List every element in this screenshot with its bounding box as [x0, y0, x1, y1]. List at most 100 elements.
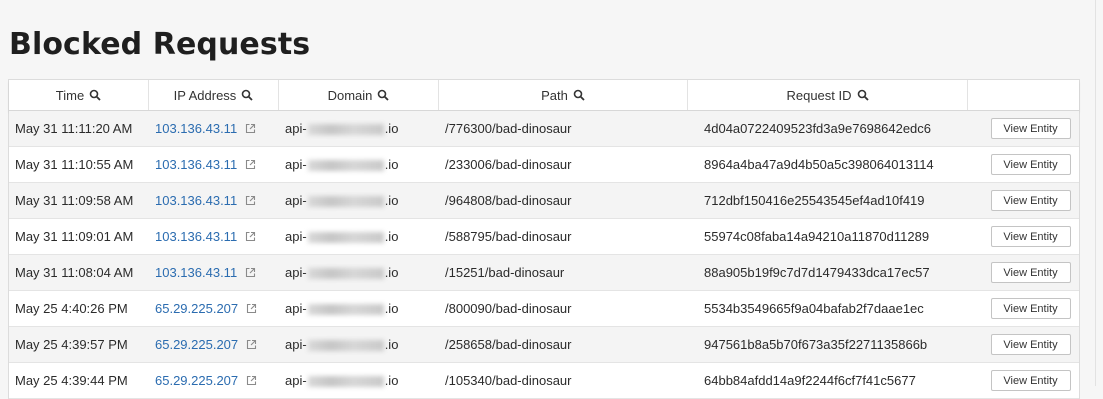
- domain-cell: api- .io: [279, 229, 439, 244]
- redacted-domain: [307, 304, 384, 316]
- table-row: May 31 11:10:55 AM 103.136.43.11 api- .io…: [9, 147, 1079, 183]
- table-row: May 25 4:40:26 PM 65.29.225.207 api- .io …: [9, 291, 1079, 327]
- search-icon[interactable]: [89, 89, 101, 101]
- page-title: Blocked Requests: [9, 27, 311, 62]
- redacted-domain: [307, 124, 384, 136]
- column-header-ip-address[interactable]: IP Address: [149, 80, 279, 110]
- external-link-icon[interactable]: [246, 339, 257, 350]
- redacted-domain: [307, 160, 384, 172]
- ip-cell: 65.29.225.207: [149, 301, 279, 316]
- search-icon[interactable]: [377, 89, 390, 101]
- redacted-domain: [307, 340, 384, 352]
- external-link-icon[interactable]: [246, 375, 257, 386]
- domain-suffix: .io: [384, 121, 399, 136]
- path-cell: /15251/bad-dinosaur: [445, 265, 565, 280]
- column-header-label: Domain: [327, 87, 373, 103]
- ip-address-link[interactable]: 103.136.43.11: [155, 121, 237, 136]
- time-cell: May 31 11:10:55 AM: [15, 157, 134, 172]
- ip-cell: 103.136.43.11: [149, 229, 279, 244]
- view-entity-button[interactable]: View Entity: [990, 298, 1071, 319]
- column-header-request-id[interactable]: Request ID: [688, 80, 968, 110]
- request-id-cell: 8964a4ba47a9d4b50a5c398064013114: [704, 157, 934, 172]
- view-entity-button[interactable]: View Entity: [990, 118, 1071, 139]
- view-entity-button[interactable]: View Entity: [990, 262, 1071, 283]
- ip-cell: 103.136.43.11: [149, 157, 279, 172]
- time-cell: May 31 11:08:04 AM: [15, 265, 134, 280]
- external-link-icon[interactable]: [245, 195, 256, 206]
- ip-cell: 65.29.225.207: [149, 337, 279, 352]
- path-cell: /964808/bad-dinosaur: [445, 193, 572, 208]
- action-cell: View Entity: [968, 118, 1079, 139]
- domain-suffix: .io: [384, 229, 399, 244]
- path-cell: /233006/bad-dinosaur: [445, 157, 572, 172]
- external-link-icon[interactable]: [245, 231, 256, 242]
- view-entity-button[interactable]: View Entity: [990, 334, 1071, 355]
- ip-address-link[interactable]: 65.29.225.207: [155, 301, 238, 316]
- domain-cell: api- .io: [279, 265, 439, 280]
- external-link-icon[interactable]: [246, 303, 257, 314]
- ip-address-link[interactable]: 103.136.43.11: [155, 229, 237, 244]
- redacted-domain: [307, 268, 384, 280]
- blocked-requests-table: Time IP Address Domain Path Request ID M…: [8, 79, 1080, 399]
- path-cell: /258658/bad-dinosaur: [445, 337, 572, 352]
- table-row: May 25 4:39:57 PM 65.29.225.207 api- .io …: [9, 327, 1079, 363]
- table-row: May 25 4:39:44 PM 65.29.225.207 api- .io …: [9, 363, 1079, 399]
- column-header-label: IP Address: [173, 87, 237, 103]
- view-entity-button[interactable]: View Entity: [990, 154, 1071, 175]
- ip-cell: 103.136.43.11: [149, 193, 279, 208]
- action-cell: View Entity: [968, 370, 1079, 391]
- view-entity-button[interactable]: View Entity: [990, 370, 1071, 391]
- request-id-cell: 947561b8a5b70f673a35f2271135866b: [704, 337, 928, 352]
- ip-address-link[interactable]: 65.29.225.207: [155, 337, 238, 352]
- ip-address-link[interactable]: 103.136.43.11: [155, 193, 237, 208]
- table-body: May 31 11:11:20 AM 103.136.43.11 api- .io…: [9, 111, 1079, 399]
- ip-address-link[interactable]: 103.136.43.11: [155, 265, 237, 280]
- search-icon[interactable]: [857, 89, 869, 101]
- time-cell: May 31 11:09:01 AM: [15, 229, 134, 244]
- action-cell: View Entity: [968, 334, 1079, 355]
- column-header-path[interactable]: Path: [439, 80, 688, 110]
- column-header-label: Path: [541, 87, 568, 103]
- domain-suffix: .io: [384, 157, 399, 172]
- domain-suffix: .io: [384, 265, 399, 280]
- page-divider: [1095, 0, 1096, 386]
- search-icon[interactable]: [573, 89, 585, 101]
- domain-suffix: .io: [384, 337, 399, 352]
- action-cell: View Entity: [968, 262, 1079, 283]
- time-cell: May 31 11:09:58 AM: [15, 193, 134, 208]
- search-icon[interactable]: [241, 89, 253, 101]
- path-cell: /776300/bad-dinosaur: [445, 121, 572, 136]
- ip-cell: 103.136.43.11: [149, 265, 279, 280]
- domain-cell: api- .io: [279, 337, 439, 352]
- domain-cell: api- .io: [279, 157, 439, 172]
- external-link-icon[interactable]: [245, 159, 256, 170]
- domain-suffix: .io: [384, 193, 399, 208]
- redacted-domain: [307, 232, 384, 244]
- table-row: May 31 11:09:01 AM 103.136.43.11 api- .io…: [9, 219, 1079, 255]
- request-id-cell: 55974c08faba14a94210a11870d11289: [704, 229, 930, 244]
- redacted-domain: [307, 196, 384, 208]
- table-row: May 31 11:09:58 AM 103.136.43.11 api- .io…: [9, 183, 1079, 219]
- request-id-cell: 5534b3549665f9a04bafab2f7daae1ec: [704, 301, 924, 316]
- column-header-time[interactable]: Time: [9, 80, 149, 110]
- time-cell: May 25 4:39:57 PM: [15, 337, 128, 352]
- column-header-domain[interactable]: Domain: [279, 80, 439, 110]
- table-row: May 31 11:08:04 AM 103.136.43.11 api- .io…: [9, 255, 1079, 291]
- action-cell: View Entity: [968, 298, 1079, 319]
- view-entity-button[interactable]: View Entity: [990, 226, 1071, 247]
- column-header-actions: [968, 80, 1079, 110]
- external-link-icon[interactable]: [245, 267, 256, 278]
- time-cell: May 25 4:40:26 PM: [15, 301, 128, 316]
- path-cell: /588795/bad-dinosaur: [445, 229, 572, 244]
- domain-prefix: api-: [285, 157, 307, 172]
- ip-address-link[interactable]: 103.136.43.11: [155, 157, 237, 172]
- domain-cell: api- .io: [279, 121, 439, 136]
- domain-prefix: api-: [285, 337, 307, 352]
- table-header: Time IP Address Domain Path Request ID: [9, 80, 1079, 111]
- external-link-icon[interactable]: [245, 123, 256, 134]
- view-entity-button[interactable]: View Entity: [990, 190, 1071, 211]
- table-row: May 31 11:11:20 AM 103.136.43.11 api- .io…: [9, 111, 1079, 147]
- domain-prefix: api-: [285, 229, 307, 244]
- request-id-cell: 4d04a0722409523fd3a9e7698642edc6: [704, 121, 932, 136]
- domain-cell: api- .io: [279, 193, 439, 208]
